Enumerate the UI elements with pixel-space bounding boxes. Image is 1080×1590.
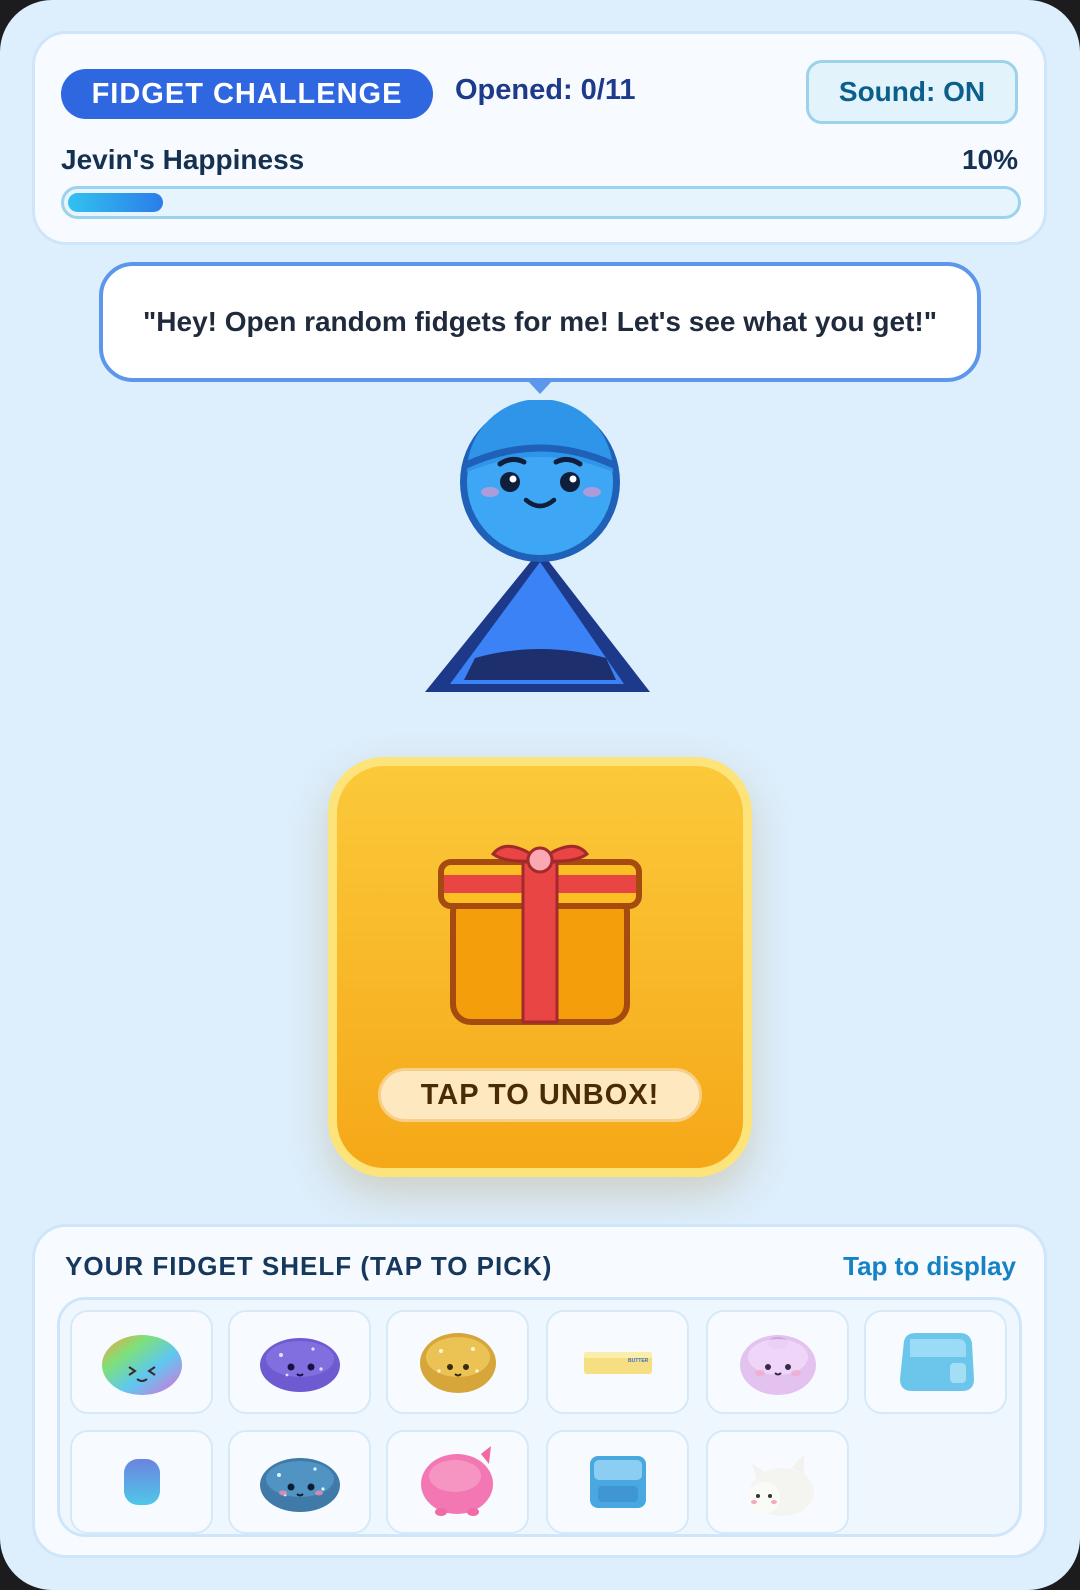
- shelf-slot-8[interactable]: [228, 1430, 371, 1534]
- butter-stick-squishy-icon: BUTTER: [583, 1352, 652, 1374]
- blue-cube-squishy-icon: [589, 1456, 646, 1508]
- tap-to-unbox-button[interactable]: TAP TO UNBOX!: [378, 1068, 702, 1122]
- happiness-bar-fill: [68, 193, 163, 212]
- happiness-label: Jevin's Happiness: [61, 144, 305, 175]
- rainbow-squishy-icon: [101, 1335, 182, 1395]
- shelf-grid: BUTTER: [57, 1297, 1022, 1537]
- shelf-slot-4[interactable]: BUTTER: [546, 1310, 689, 1414]
- lavender-bun-squishy-icon: [739, 1335, 816, 1395]
- sound-toggle-button[interactable]: Sound: ON: [806, 60, 1018, 124]
- purple-glitter-squishy-icon: [259, 1338, 340, 1392]
- pink-pig-squishy-icon: [420, 1446, 493, 1516]
- blue-glitter-squishy-icon: [259, 1458, 340, 1512]
- blue-capsule-squishy-icon: [123, 1459, 160, 1505]
- gold-glitter-squishy-icon: [419, 1333, 496, 1393]
- shelf-slot-6[interactable]: [864, 1310, 1007, 1414]
- speech-bubble-tail: [527, 380, 553, 394]
- gift-box-icon: [438, 844, 642, 1025]
- happiness-percent: 10%: [961, 144, 1018, 175]
- opened-counter: Opened: 0/11: [455, 74, 636, 106]
- shelf-slot-5[interactable]: [706, 1310, 849, 1414]
- shelf-hint: Tap to display: [843, 1251, 1016, 1281]
- status-panel: FIDGET CHALLENGE Opened: 0/11 Sound: ON …: [32, 31, 1047, 245]
- white-cat-squishy-icon: [747, 1454, 814, 1516]
- challenge-badge: FIDGET CHALLENGE: [61, 69, 433, 119]
- shelf-slot-3[interactable]: [386, 1310, 529, 1414]
- jevin-character-icon: [425, 400, 650, 692]
- blue-ice-cube-squishy-icon: [899, 1333, 974, 1391]
- shelf-slot-1[interactable]: [70, 1310, 213, 1414]
- shelf-slot-11[interactable]: [706, 1430, 849, 1534]
- game-screen: FIDGET CHALLENGE Opened: 0/11 Sound: ON …: [0, 0, 1080, 1590]
- speech-bubble: "Hey! Open random fidgets for me! Let's …: [99, 262, 981, 382]
- speech-text: "Hey! Open random fidgets for me! Let's …: [143, 306, 937, 337]
- shelf-slot-7[interactable]: [70, 1430, 213, 1534]
- shelf-slot-10[interactable]: [546, 1430, 689, 1534]
- unbox-card[interactable]: TAP TO UNBOX!: [328, 757, 752, 1177]
- shelf-slot-9[interactable]: [386, 1430, 529, 1534]
- shelf-slot-2[interactable]: [228, 1310, 371, 1414]
- happiness-bar: [61, 186, 1021, 219]
- butter-label: BUTTER: [628, 1358, 649, 1364]
- shelf-title: YOUR FIDGET SHELF (TAP TO PICK): [65, 1251, 553, 1281]
- fidget-shelf: YOUR FIDGET SHELF (TAP TO PICK) Tap to d…: [32, 1224, 1047, 1558]
